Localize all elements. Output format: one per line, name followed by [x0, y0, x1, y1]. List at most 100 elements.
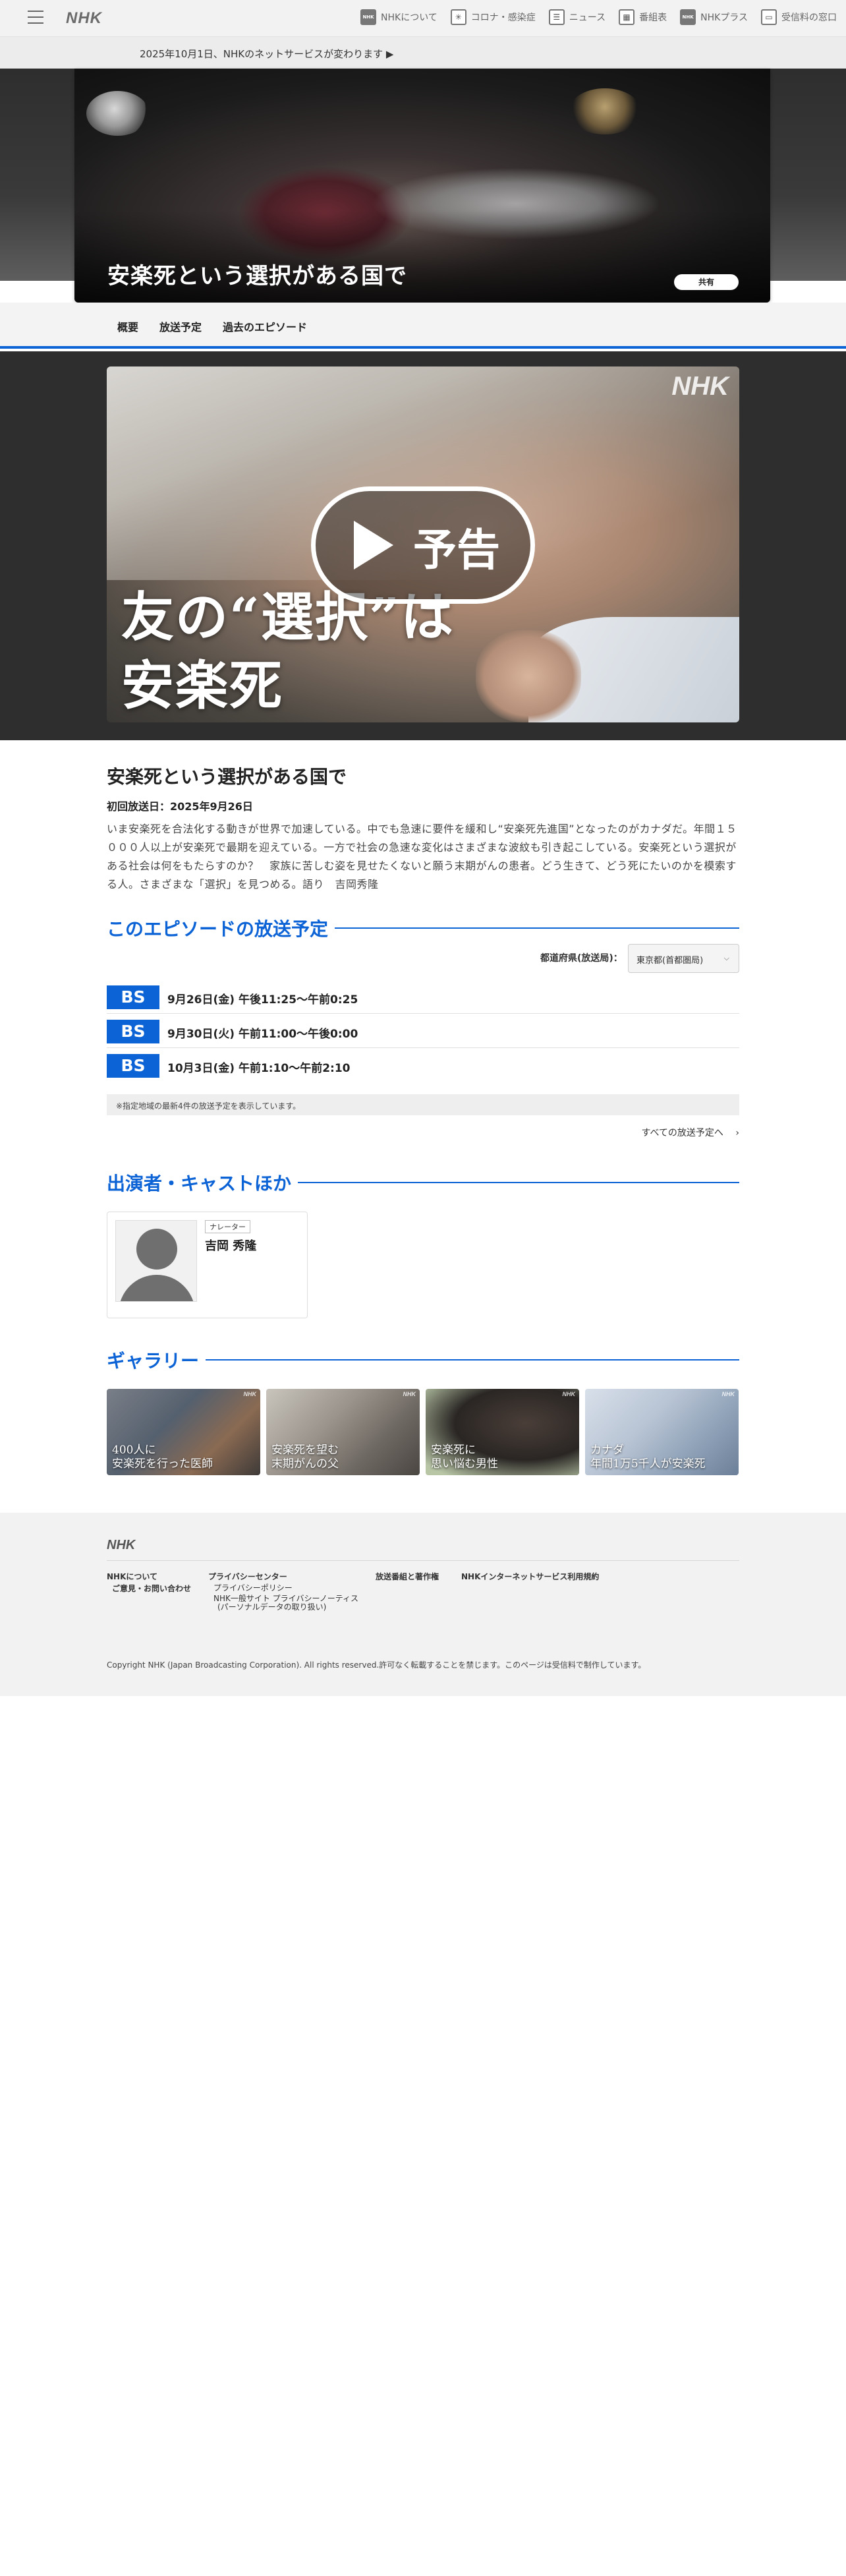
- gallery-caption: 安楽死に 思い悩む男性: [431, 1444, 498, 1471]
- tv-fee-icon: ▭: [761, 9, 777, 25]
- footer-divider: [107, 1560, 739, 1561]
- chevron-down-icon: ⌵: [723, 954, 729, 962]
- site-footer: NHK NHKについて ご意見・お問い合わせ プライバシーセンター プライバシー…: [0, 1513, 846, 1696]
- nhk-watermark: NHK: [721, 1391, 735, 1397]
- caption-line: 安楽死に: [431, 1444, 476, 1457]
- footer-link-copyright[interactable]: 放送番組と著作権: [376, 1571, 439, 1582]
- caption-line: 安楽死を行った医師: [112, 1457, 213, 1471]
- notice-link[interactable]: 2025年10月1日、NHKのネットサービスが変わります ▶: [140, 47, 393, 61]
- footer-nhk-logo[interactable]: NHK: [107, 1538, 135, 1553]
- broadcast-row: BS 9月26日(金) 午後11:25〜午前0:25: [107, 980, 739, 1014]
- nav-program-schedule[interactable]: ▦ 番組表: [619, 9, 667, 25]
- caption-line: 思い悩む男性: [431, 1457, 498, 1471]
- link-label: すべての放送予定へ: [641, 1128, 723, 1138]
- gallery-caption: カナダ 年間1万5千人が安楽死: [590, 1444, 706, 1471]
- footer-link-privacy-center[interactable]: プライバシーセンター: [208, 1571, 287, 1582]
- play-icon: [354, 521, 393, 570]
- footer-link-about[interactable]: NHKについて: [107, 1571, 157, 1582]
- schedule-grid-icon: ▦: [619, 9, 635, 25]
- nhk-logo[interactable]: NHK: [66, 9, 102, 28]
- cast-role: ナレーター: [205, 1220, 250, 1233]
- copyright-text: Copyright NHK (Japan Broadcasting Corpor…: [107, 1660, 646, 1670]
- tab-overview[interactable]: 概要: [117, 318, 138, 334]
- episode-title: 安楽死という選択がある国で: [107, 766, 347, 788]
- notice-bar: 2025年10月1日、NHKのネットサービスが変わります ▶: [0, 37, 846, 69]
- tab-past-episodes[interactable]: 過去のエピソード: [223, 318, 307, 334]
- nav-corona[interactable]: ✳ コロナ・感染症: [450, 9, 536, 25]
- hero-lamp-shape: [86, 91, 149, 136]
- gallery-item[interactable]: NHK カナダ 年間1万5千人が安楽死: [585, 1389, 739, 1475]
- nhk-logo-icon: NHK: [360, 9, 377, 25]
- caption-line: 安楽死を望む: [271, 1444, 339, 1457]
- gallery-item[interactable]: NHK 安楽死を望む 末期がんの父: [266, 1389, 420, 1475]
- nav-label: ニュース: [569, 13, 606, 23]
- caption-line: 400人に: [112, 1444, 156, 1457]
- gallery-caption: 安楽死を望む 末期がんの父: [271, 1444, 339, 1471]
- broadcast-time: 9月30日(火) 午前11:00〜午後0:00: [167, 1028, 358, 1041]
- nav-news[interactable]: ☰ ニュース: [548, 9, 606, 25]
- nhk-watermark: NHK: [562, 1391, 576, 1397]
- gallery-item[interactable]: NHK 安楽死に 思い悩む男性: [426, 1389, 579, 1475]
- cast-section-header: 出演者・キャストほか: [107, 1169, 739, 1196]
- nav-label: NHKプラス: [700, 13, 748, 23]
- nav-about-nhk[interactable]: NHK NHKについて: [360, 9, 437, 25]
- footer-link-privacy-policy[interactable]: プライバシーポリシー: [213, 1582, 293, 1593]
- prefecture-value: 東京都(首都圏局): [636, 956, 704, 966]
- footer-link-privacy-notice-sub[interactable]: (パーソナルデータの取り扱い): [217, 1601, 326, 1612]
- gallery-item[interactable]: NHK 400人に 安楽死を行った医師: [107, 1389, 260, 1475]
- caption-line: 末期がんの父: [271, 1457, 339, 1471]
- avatar-placeholder-icon: [115, 1220, 197, 1302]
- nav-reception-fee[interactable]: ▭ 受信料の窓口: [761, 9, 837, 25]
- footer-link-terms[interactable]: NHKインターネットサービス利用規約: [461, 1571, 599, 1582]
- nhk-watermark: NHK: [403, 1391, 416, 1397]
- promo-line: 安楽死: [121, 655, 283, 717]
- episode-description: いま安楽死を合法化する動きが世界で加速している。中でも急速に要件を緩和し“安楽死…: [107, 823, 737, 891]
- play-trailer-button[interactable]: 予告: [311, 486, 535, 604]
- caption-line: カナダ: [590, 1444, 624, 1457]
- virus-icon: ✳: [450, 9, 466, 25]
- nhk-watermark: NHK: [243, 1391, 257, 1397]
- news-icon: ☰: [548, 9, 565, 25]
- nav-label: 番組表: [639, 13, 667, 23]
- bs-channel-badge: BS: [107, 1020, 159, 1043]
- hero-image: 安楽死という選択がある国で 共有: [74, 69, 770, 303]
- gallery-section-header: ギャラリー: [107, 1347, 739, 1373]
- prefecture-label: 都道府県(放送局)：: [540, 953, 623, 964]
- section-title: 出演者・キャストほか: [107, 1173, 292, 1194]
- cast-card[interactable]: ナレーター 吉岡 秀隆: [107, 1212, 308, 1318]
- video-hand-shape: [476, 630, 581, 722]
- nhk-watermark: NHK: [671, 372, 729, 401]
- broadcast-row: BS 10月3日(金) 午前1:10〜午前2:10: [107, 1048, 739, 1082]
- program-tabs: 概要 放送予定 過去のエピソード: [0, 303, 846, 349]
- menu-icon[interactable]: [28, 11, 43, 25]
- schedule-section-header: このエピソードの放送予定: [107, 915, 739, 941]
- share-button[interactable]: 共有: [674, 274, 739, 290]
- global-nav: NHK NHKについて ✳ コロナ・感染症 ☰ ニュース ▦ 番組表 NHK N…: [360, 9, 837, 25]
- nav-label: NHKについて: [381, 13, 437, 23]
- nav-nhk-plus[interactable]: NHK NHKプラス: [680, 9, 748, 25]
- tab-schedule[interactable]: 放送予定: [159, 318, 202, 334]
- caption-line: 年間1万5千人が安楽死: [590, 1457, 706, 1471]
- prefecture-select[interactable]: 東京都(首都圏局) ⌵: [628, 944, 739, 973]
- cast-name: 吉岡 秀隆: [205, 1239, 257, 1253]
- broadcast-time: 10月3日(金) 午前1:10〜午前2:10: [167, 1062, 351, 1075]
- hero-doorknob-shape: [569, 88, 641, 134]
- section-rule: [206, 1359, 739, 1361]
- section-rule: [298, 1182, 739, 1183]
- play-label: 予告: [413, 525, 500, 575]
- schedule-note: ※指定地域の最新4件の放送予定を表示しています。: [107, 1094, 739, 1115]
- broadcast-row: BS 9月30日(火) 午前11:00〜午後0:00: [107, 1014, 739, 1048]
- chevron-right-icon: ›: [726, 1128, 739, 1138]
- section-rule: [335, 927, 739, 929]
- nav-label: 受信料の窓口: [781, 13, 837, 23]
- gallery-caption: 400人に 安楽死を行った医師: [112, 1444, 213, 1471]
- global-header: NHK NHK NHKについて ✳ コロナ・感染症 ☰ ニュース ▦ 番組表 N…: [0, 0, 846, 37]
- all-schedule-link[interactable]: すべての放送予定へ ›: [641, 1126, 739, 1139]
- section-title: ギャラリー: [107, 1350, 200, 1372]
- nav-label: コロナ・感染症: [470, 13, 536, 23]
- first-air-date: 初回放送日：2025年9月26日: [107, 800, 253, 813]
- bs-channel-badge: BS: [107, 1054, 159, 1078]
- footer-link-contact[interactable]: ご意見・お問い合わせ: [112, 1583, 191, 1594]
- broadcast-time: 9月26日(金) 午後11:25〜午前0:25: [167, 993, 358, 1007]
- trailer-video[interactable]: NHK 友の“選択”は 安楽死 予告: [107, 366, 739, 722]
